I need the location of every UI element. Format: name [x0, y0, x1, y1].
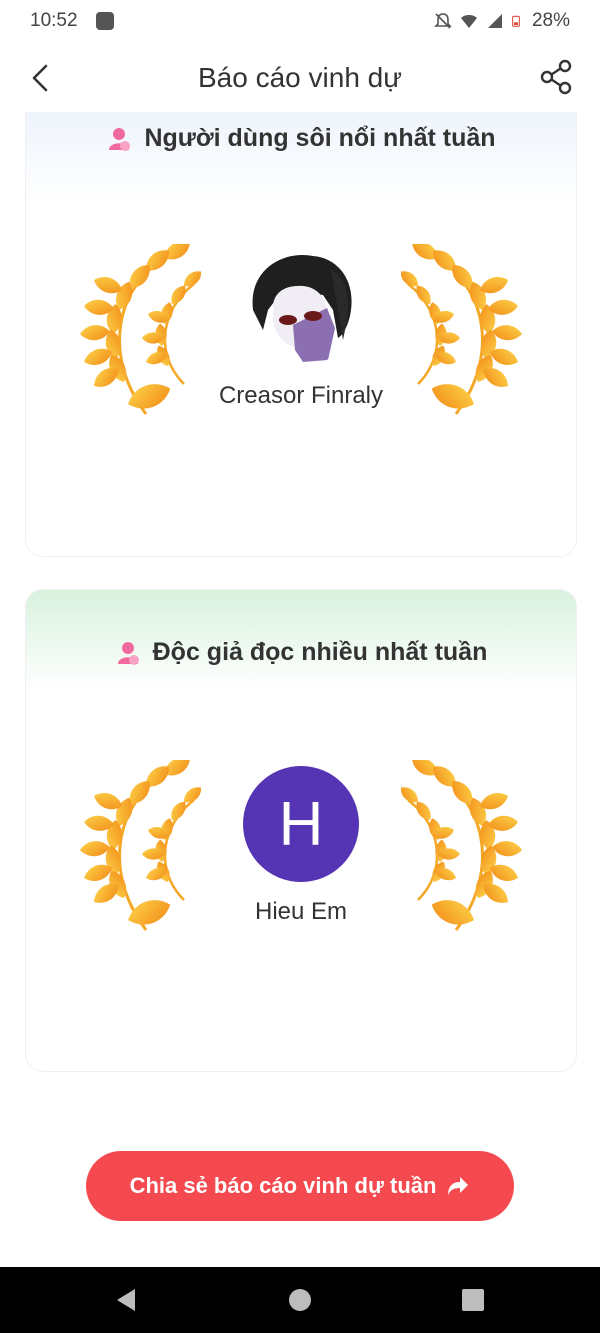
status-icons: 28% [434, 10, 570, 32]
app-notification-icon [96, 12, 114, 30]
card-header: Người dùng sôi nổi nhất tuần [26, 124, 576, 153]
user-name: Hieu Em [254, 898, 348, 925]
battery-icon [512, 15, 520, 27]
avatar[interactable]: H [243, 766, 359, 882]
signal-icon [487, 14, 502, 28]
top-reader-card: Độc giả đọc nhiều nhất tuần H Hieu Em [25, 589, 577, 1072]
app-header: Báo cáo vinh dự [0, 44, 600, 114]
card-title: Người dùng sôi nổi nhất tuần [144, 124, 496, 152]
recents-square-icon[interactable] [460, 1287, 486, 1313]
laurel-right-icon [401, 760, 526, 945]
back-triangle-icon[interactable] [113, 1287, 139, 1313]
wifi-icon [460, 15, 477, 28]
status-time: 10:52 [30, 10, 78, 31]
avatar[interactable] [243, 250, 359, 366]
status-bar: 10:52 28% [0, 0, 600, 44]
home-circle-icon[interactable] [287, 1287, 313, 1313]
page-title: Báo cáo vinh dự [198, 62, 402, 93]
person-icon [109, 127, 131, 151]
share-icon[interactable] [536, 56, 578, 98]
person-icon [117, 641, 139, 665]
laurel-left-icon [76, 244, 201, 429]
laurel-right-icon [401, 244, 526, 429]
system-nav-bar [0, 1267, 600, 1333]
share-report-label: Chia sẻ báo cáo vinh dự tuần [129, 1173, 437, 1198]
battery-percent: 28% [531, 10, 570, 31]
card-header: Độc giả đọc nhiều nhất tuần [26, 638, 576, 667]
share-arrow-icon [448, 1177, 469, 1195]
most-active-user-card: Người dùng sôi nổi nhất tuần Creasor Fin… [25, 112, 577, 557]
laurel-left-icon [76, 760, 201, 945]
card-title: Độc giả đọc nhiều nhất tuần [152, 638, 488, 666]
share-report-button[interactable]: Chia sẻ báo cáo vinh dự tuần [86, 1151, 514, 1221]
bell-off-icon [434, 13, 452, 29]
user-name: Creasor Finraly [218, 382, 384, 409]
